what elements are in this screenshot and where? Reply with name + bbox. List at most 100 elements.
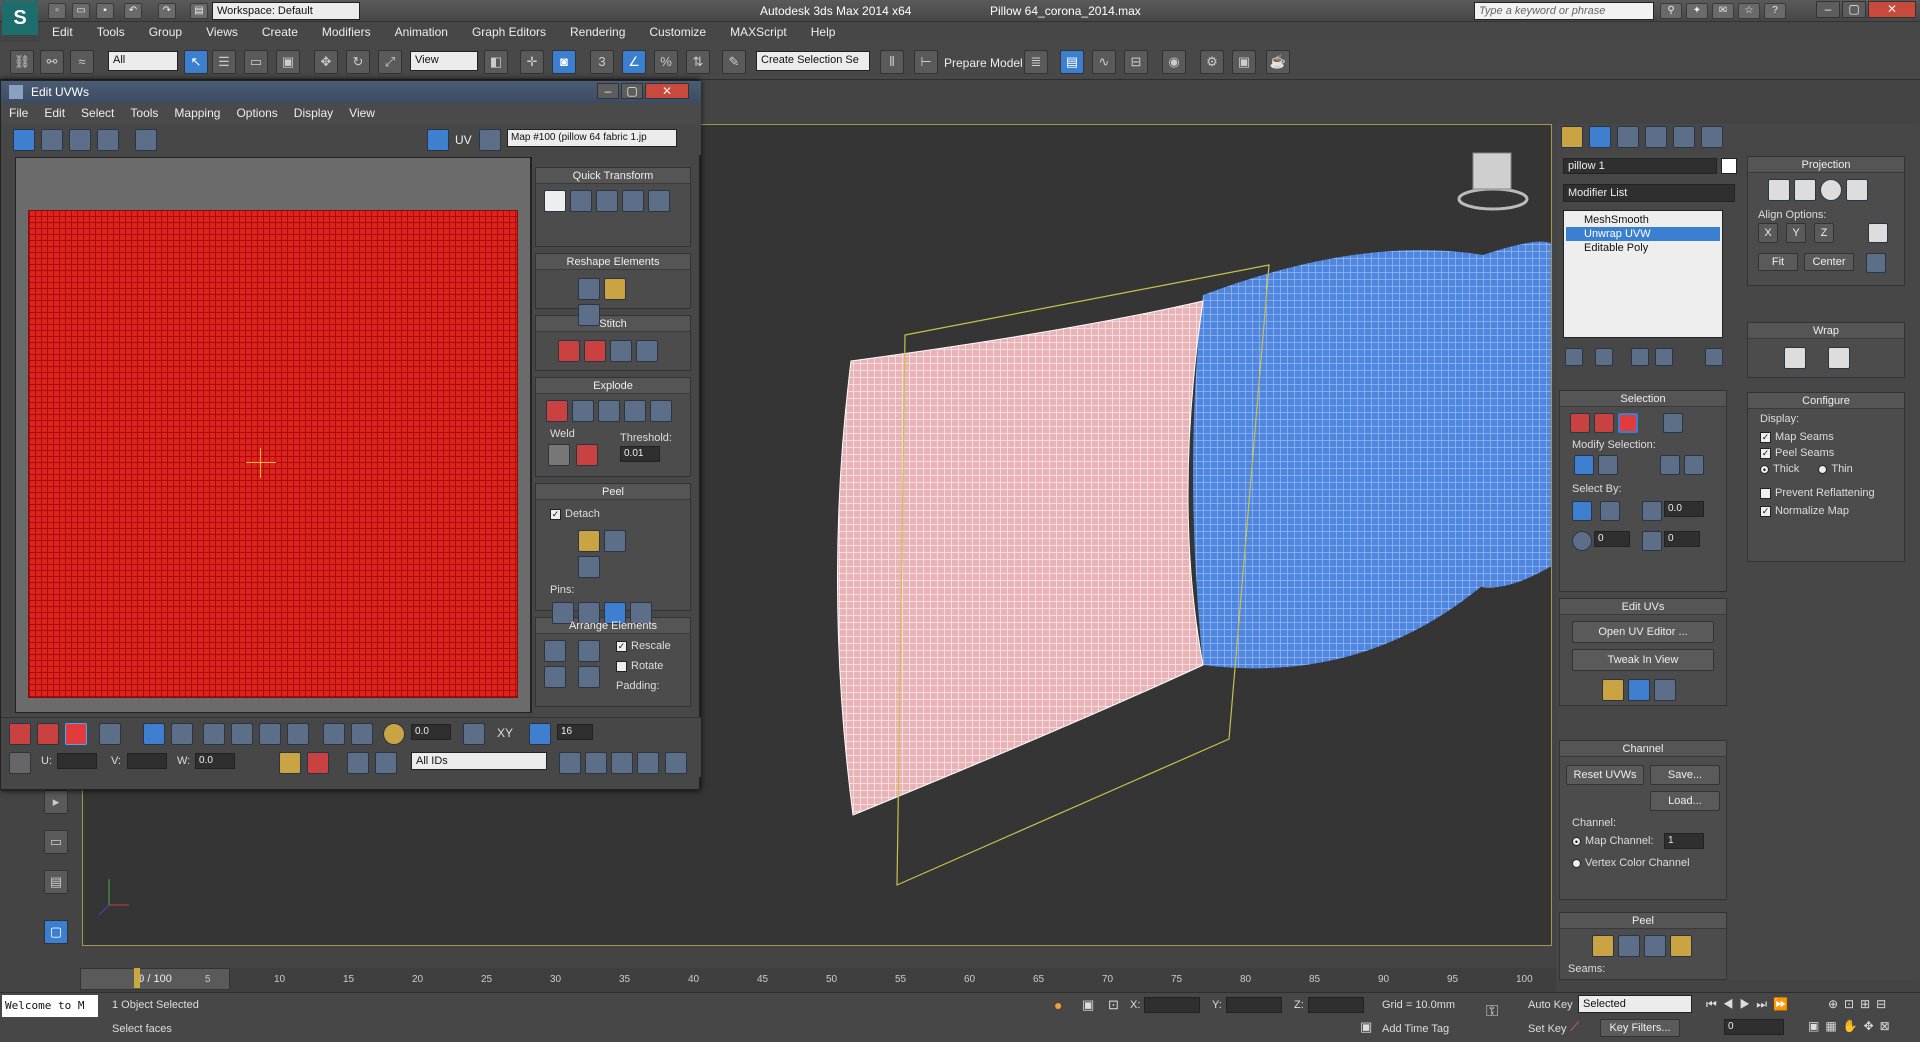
explode-by-material-icon[interactable] (650, 400, 672, 422)
mirror-icon[interactable]: ⫴ (880, 50, 904, 74)
edge-mode-icon[interactable] (37, 723, 59, 745)
point-to-point-icon[interactable] (1600, 501, 1620, 521)
add-time-tag[interactable]: Add Time Tag (1382, 1023, 1449, 1035)
create-tab-icon[interactable] (1561, 126, 1583, 148)
edge-distance-spinner[interactable]: 16 (557, 724, 593, 740)
ring-icon[interactable] (231, 723, 253, 745)
workspace-dropdown[interactable]: Workspace: Default (212, 2, 360, 20)
stitch-target-icon[interactable] (584, 340, 606, 362)
menu-modifiers[interactable]: Modifiers (310, 22, 383, 42)
menu-rendering[interactable]: Rendering (558, 22, 637, 42)
active-layout-icon[interactable]: ▢ (44, 920, 68, 944)
viewport-nav-controls-2[interactable]: ▣▦✋✥⊠ (1808, 1019, 1896, 1033)
close-icon[interactable]: ✕ (1868, 1, 1916, 18)
snap-icon[interactable] (665, 752, 687, 774)
key-filters-button[interactable]: Key Filters... (1600, 1019, 1680, 1037)
selection-header[interactable]: Selection (1560, 391, 1726, 407)
layout-icon[interactable]: ▭ (44, 830, 68, 854)
time-marker[interactable] (134, 968, 140, 988)
menu-tools[interactable]: Tools (85, 22, 137, 42)
stack-unwrap-uvw[interactable]: Unwrap UVW (1566, 227, 1720, 241)
peel-header[interactable]: Peel (536, 484, 690, 500)
mat-id-spinner[interactable]: 0 (1594, 531, 1630, 547)
edge-subobj-icon[interactable] (1594, 413, 1614, 433)
pivot-center-icon[interactable]: ◧ (484, 50, 508, 74)
pin-stack-icon[interactable] (1565, 348, 1583, 366)
graphite-ribbon-icon[interactable]: ▤ (1060, 50, 1084, 74)
bind-space-warp-icon[interactable]: ≈ (70, 50, 94, 74)
stitch-header[interactable]: Stitch (536, 316, 690, 332)
remove-modifier-icon[interactable] (1655, 348, 1673, 366)
window-crossing-icon[interactable]: ▣ (276, 50, 300, 74)
stitch-average-icon[interactable] (610, 340, 632, 362)
pack-together-icon[interactable] (544, 666, 566, 688)
uv-menu-view[interactable]: View (341, 103, 383, 123)
projection-header[interactable]: Projection (1748, 157, 1904, 173)
stack-editable-poly[interactable]: Editable Poly (1566, 241, 1720, 255)
uv-map-dropdown[interactable]: Map #100 (pillow 64 fabric 1.jp (507, 129, 677, 147)
help-icon[interactable]: ? (1764, 3, 1786, 19)
explode-by-smooth-icon[interactable] (624, 400, 646, 422)
thick-radio[interactable]: • (1760, 464, 1769, 474)
menu-group[interactable]: Group (137, 22, 194, 42)
qt-rotate-cw-icon[interactable] (622, 190, 644, 212)
snap-toggle-icon[interactable]: 3 (590, 50, 614, 74)
uv-freeform-icon[interactable] (97, 129, 119, 151)
uv-mirror-icon[interactable] (135, 129, 157, 151)
zoom-region-icon[interactable] (611, 752, 633, 774)
menu-help[interactable]: Help (799, 22, 848, 42)
flatten-icon[interactable] (598, 400, 620, 422)
minimize-icon[interactable]: – (1816, 1, 1840, 18)
open-file-icon[interactable]: ▭ (72, 3, 90, 19)
auto-key-button[interactable]: Auto Key (1528, 999, 1573, 1011)
uv-menu-options[interactable]: Options (228, 103, 285, 123)
fit-button[interactable]: Fit (1758, 253, 1798, 271)
pack-custom-icon[interactable] (578, 640, 600, 662)
lock-icon[interactable]: ▣ (1082, 997, 1094, 1013)
spline-map-icon[interactable] (1784, 347, 1806, 369)
layer-manager-icon[interactable]: ≣ (1024, 50, 1048, 74)
map-channel-spinner[interactable]: 1 (1664, 833, 1704, 849)
subscription-icon[interactable]: ✦ (1686, 3, 1708, 19)
stack-meshsmooth[interactable]: MeshSmooth (1566, 213, 1720, 227)
stitch-custom-icon[interactable] (636, 340, 658, 362)
x-coordinate-field[interactable] (1144, 997, 1200, 1013)
select-object-icon[interactable]: ↖ (184, 50, 208, 74)
polygon-subobj-icon[interactable] (1618, 413, 1638, 433)
map-seams-checkbox[interactable]: ✓ (1760, 431, 1771, 443)
uv-menu-tools[interactable]: Tools (122, 103, 166, 123)
set-key-mode-icon[interactable]: ⚿ (1486, 1003, 1498, 1021)
modify-tab-icon[interactable] (1589, 126, 1611, 148)
uv-show-map-icon[interactable] (427, 129, 449, 151)
cylindrical-map-icon[interactable] (1794, 179, 1816, 201)
normalize-map-checkbox[interactable]: ✓ (1760, 505, 1771, 517)
uv-rotate-icon[interactable] (41, 129, 63, 151)
v-spinner[interactable] (127, 753, 167, 769)
polygon-mode-icon[interactable] (65, 723, 87, 745)
qt-pivot-icon[interactable] (544, 190, 566, 212)
stitch-source-icon[interactable] (558, 340, 580, 362)
prepare-model-label[interactable]: Prepare Model (944, 56, 1023, 70)
hierarchy-tab-icon[interactable] (1617, 126, 1639, 148)
wrap-header[interactable]: Wrap (1748, 323, 1904, 339)
threshold-spinner[interactable]: 0.01 (620, 446, 660, 462)
grow-selection-icon[interactable] (143, 723, 165, 745)
break-icon[interactable] (546, 400, 568, 422)
zoom-extents-icon[interactable] (637, 752, 659, 774)
vertex-color-radio[interactable] (1572, 858, 1581, 868)
menu-edit[interactable]: Edit (40, 22, 85, 42)
save-button[interactable]: Save... (1650, 765, 1720, 785)
schematic-view-icon[interactable]: ⊟ (1124, 50, 1148, 74)
align-z-button[interactable]: Z (1814, 223, 1834, 243)
filter-icon[interactable] (375, 752, 397, 774)
soft-select-icon[interactable] (383, 723, 405, 745)
uv-menu-display[interactable]: Display (286, 103, 341, 123)
object-name-field[interactable]: pillow 1 (1563, 158, 1717, 174)
peel-mode-icon[interactable] (604, 530, 626, 552)
render-setup-icon[interactable]: ⚙ (1200, 50, 1224, 74)
ignore-backfacing-icon[interactable] (1572, 501, 1592, 521)
project-folder-icon[interactable]: ▤ (190, 3, 208, 19)
angle-spinner[interactable]: 0.0 (1664, 501, 1704, 517)
set-key-button[interactable]: Set Key (1528, 1023, 1567, 1035)
paint-select-icon[interactable] (323, 723, 345, 745)
